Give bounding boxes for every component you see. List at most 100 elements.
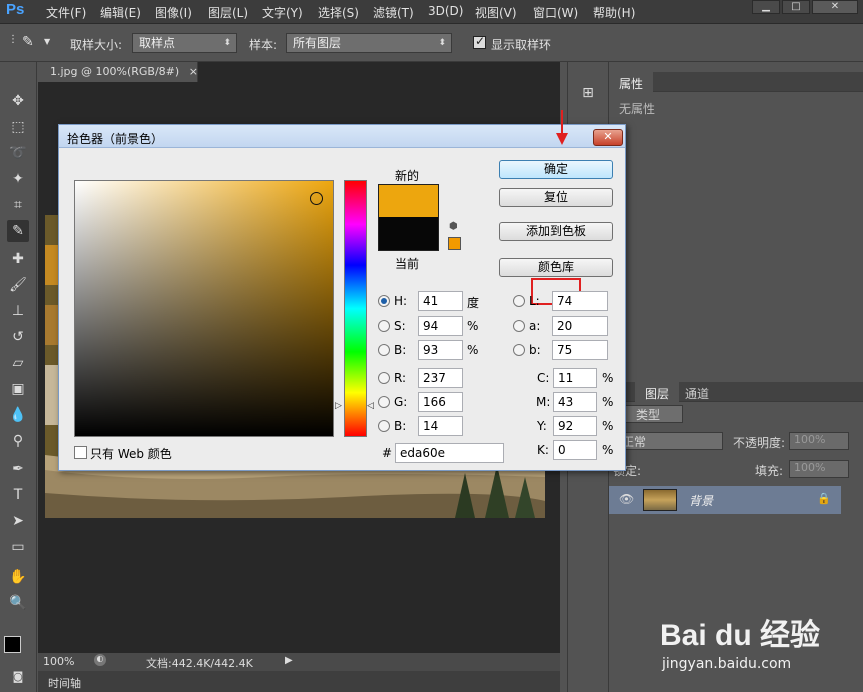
eraser-tool-icon[interactable]: ▱: [7, 352, 29, 374]
zoom-tool-icon[interactable]: 🔍: [7, 592, 29, 614]
dodge-tool-icon[interactable]: ⚲: [7, 430, 29, 452]
menu-layer[interactable]: 图层(L): [208, 4, 248, 21]
history-brush-tool-icon[interactable]: ↺: [7, 326, 29, 348]
eyedropper-icon[interactable]: ✎: [22, 34, 34, 50]
saturation-brightness-field[interactable]: [74, 180, 334, 437]
green-input[interactable]: 166: [418, 392, 463, 412]
magenta-label: M:: [536, 395, 551, 409]
opacity-field[interactable]: 100%: [789, 432, 849, 450]
menu-3d[interactable]: 3D(D): [428, 4, 463, 18]
lab-l-radio[interactable]: [513, 295, 525, 307]
show-ring-checkbox[interactable]: ✓: [473, 34, 486, 49]
brush-tool-icon[interactable]: 🖌: [7, 274, 29, 296]
path-selection-tool-icon[interactable]: ➤: [7, 510, 29, 532]
blue-radio[interactable]: [378, 420, 390, 432]
menu-select[interactable]: 选择(S): [318, 4, 359, 21]
hue-radio[interactable]: [378, 295, 390, 307]
red-input[interactable]: 237: [418, 368, 463, 388]
cyan-input[interactable]: 11: [553, 368, 597, 388]
new-color-swatch: [378, 184, 439, 217]
type-tool-icon[interactable]: T: [7, 484, 29, 506]
magic-wand-tool-icon[interactable]: ✦: [7, 168, 29, 190]
color-libraries-button[interactable]: 颜色库: [499, 258, 613, 277]
lab-b-input[interactable]: 75: [552, 340, 608, 360]
blur-tool-icon[interactable]: 💧: [7, 404, 29, 426]
status-menu-arrow-icon[interactable]: ▶: [285, 655, 293, 666]
blue-input[interactable]: 14: [418, 416, 463, 436]
eyedropper-tool-icon[interactable]: ✎: [7, 220, 29, 242]
menu-filter[interactable]: 滤镜(T): [373, 4, 414, 21]
fill-field[interactable]: 100%: [789, 460, 849, 478]
close-window-button[interactable]: ✕: [812, 0, 858, 14]
tab-properties[interactable]: 属性: [609, 72, 654, 92]
saturation-radio[interactable]: [378, 320, 390, 332]
add-to-swatches-button[interactable]: 添加到色板: [499, 222, 613, 241]
tab-channels[interactable]: 通道: [675, 382, 719, 402]
hue-slider-left-arrow-icon[interactable]: ▷: [335, 401, 342, 411]
close-tab-icon[interactable]: ×: [189, 65, 198, 78]
web-colors-only-checkbox[interactable]: [74, 446, 87, 459]
black-input[interactable]: 0: [553, 440, 597, 460]
hue-input[interactable]: 41: [418, 291, 463, 311]
hand-tool-icon[interactable]: ✋: [7, 566, 29, 588]
brightness-radio[interactable]: [378, 344, 390, 356]
layer-filter-select[interactable]: 类型: [617, 405, 683, 423]
menu-edit[interactable]: 编辑(E): [100, 4, 141, 21]
quick-mask-icon[interactable]: ◙: [7, 666, 29, 688]
timeline-label: 时间轴: [48, 677, 81, 690]
menu-view[interactable]: 视图(V): [475, 4, 517, 21]
menu-file[interactable]: 文件(F): [46, 4, 86, 21]
red-radio[interactable]: [378, 372, 390, 384]
layer-row-background[interactable]: 👁 背景 🔒: [609, 486, 841, 514]
maximize-button[interactable]: □: [782, 0, 810, 14]
hue-slider-right-arrow-icon[interactable]: ◁: [367, 401, 374, 411]
tab-layers[interactable]: 图层: [635, 382, 680, 402]
lab-l-input[interactable]: 74: [552, 291, 608, 311]
minimize-button[interactable]: ▁: [752, 0, 780, 14]
rectangle-tool-icon[interactable]: ▭: [7, 536, 29, 558]
chevron-down-icon[interactable]: ▼: [44, 37, 50, 46]
web-safe-color-swatch[interactable]: [448, 237, 461, 250]
lab-a-input[interactable]: 20: [552, 316, 608, 336]
reset-button[interactable]: 复位: [499, 188, 613, 207]
saturation-input[interactable]: 94: [418, 316, 463, 336]
magenta-input[interactable]: 43: [553, 392, 597, 412]
ok-button[interactable]: 确定: [499, 160, 613, 179]
eye-visibility-icon[interactable]: 👁: [619, 492, 634, 506]
hue-slider[interactable]: [344, 180, 367, 437]
foreground-color-swatch[interactable]: [4, 636, 21, 653]
menu-image[interactable]: 图像(I): [155, 4, 192, 21]
lasso-tool-icon[interactable]: ➰: [7, 142, 29, 164]
menu-type[interactable]: 文字(Y): [262, 4, 303, 21]
share-icon[interactable]: ◐: [94, 654, 106, 666]
move-tool-icon[interactable]: ✥: [7, 90, 29, 112]
timeline-panel-tab[interactable]: 时间轴: [38, 671, 560, 692]
out-of-gamut-cube-icon[interactable]: ⬢: [449, 222, 459, 232]
blend-mode-select[interactable]: 正常: [617, 432, 723, 450]
menu-help[interactable]: 帮助(H): [593, 4, 635, 21]
pen-tool-icon[interactable]: ✒: [7, 458, 29, 480]
marquee-tool-icon[interactable]: ⬚: [7, 116, 29, 138]
yellow-input[interactable]: 92: [553, 416, 597, 436]
brightness-input[interactable]: 93: [418, 340, 463, 360]
crop-tool-icon[interactable]: ⌗: [7, 194, 29, 216]
sample-size-select[interactable]: 取样点 ⬍: [132, 33, 237, 53]
green-radio[interactable]: [378, 396, 390, 408]
hex-input[interactable]: eda60e: [395, 443, 504, 463]
history-panel-icon[interactable]: ⊞: [577, 82, 599, 104]
red-label: R:: [394, 371, 407, 385]
lab-a-radio[interactable]: [513, 320, 525, 332]
healing-brush-tool-icon[interactable]: ✚: [7, 248, 29, 270]
black-label: K:: [537, 443, 549, 457]
sample-select[interactable]: 所有图层 ⬍: [286, 33, 452, 53]
clone-stamp-tool-icon[interactable]: ⊥: [7, 300, 29, 322]
menu-window[interactable]: 窗口(W): [533, 4, 578, 21]
color-picker-cursor[interactable]: [310, 192, 323, 205]
document-tab[interactable]: 1.jpg @ 100%(RGB/8#) ×: [38, 62, 198, 82]
zoom-level[interactable]: 100%: [43, 655, 74, 668]
dialog-titlebar[interactable]: 拾色器（前景色） ✕: [59, 125, 625, 148]
current-color-swatch[interactable]: [378, 217, 439, 251]
dialog-close-button[interactable]: ✕: [593, 129, 623, 146]
lab-b-radio[interactable]: [513, 344, 525, 356]
gradient-tool-icon[interactable]: ▣: [7, 378, 29, 400]
